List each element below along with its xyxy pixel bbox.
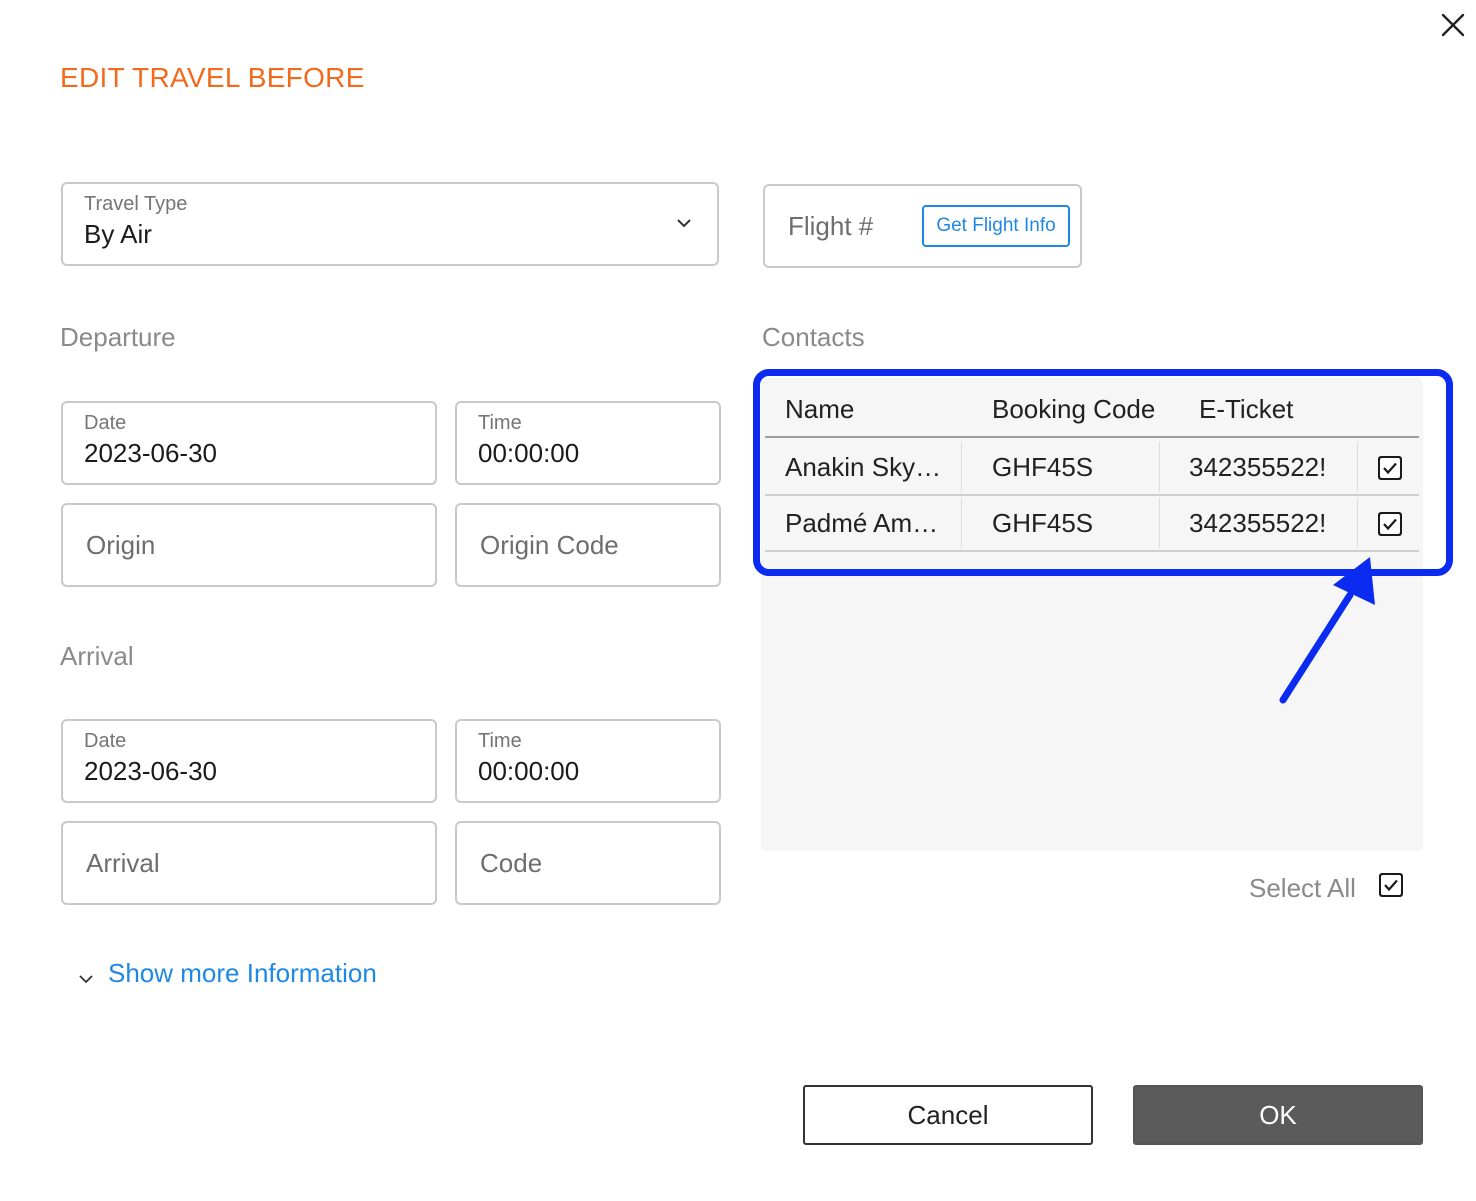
- travel-type-label: Travel Type: [84, 193, 188, 215]
- arrival-date-value: 2023-06-30: [84, 756, 217, 786]
- checkmark-icon: [1381, 875, 1401, 895]
- get-flight-info-button[interactable]: Get Flight Info: [922, 205, 1070, 247]
- chevron-down-icon[interactable]: [675, 216, 693, 230]
- arrival-time-field[interactable]: Time 00:00:00: [455, 719, 721, 803]
- origin-code-placeholder: Origin Code: [480, 529, 619, 560]
- arrival-placeholder: Arrival: [86, 847, 160, 878]
- arrival-date-label: Date: [84, 730, 127, 752]
- dialog-title: EDIT TRAVEL BEFORE: [60, 62, 365, 93]
- departure-section-label: Departure: [60, 322, 176, 352]
- row-checkbox[interactable]: [1378, 512, 1402, 536]
- select-all-label: Select All: [1249, 873, 1356, 903]
- checkmark-icon: [1380, 458, 1400, 478]
- column-header-booking-code[interactable]: Booking Code: [992, 394, 1155, 425]
- departure-time-field[interactable]: Time 00:00:00: [455, 401, 721, 485]
- arrival-field[interactable]: Arrival: [61, 821, 437, 905]
- departure-time-label: Time: [478, 412, 522, 434]
- contact-name-cell: Anakin Sky…: [785, 451, 942, 482]
- contacts-table: Name Booking Code E-Ticket Anakin Sky… G…: [761, 378, 1423, 851]
- column-header-eticket[interactable]: E-Ticket: [1199, 394, 1293, 425]
- flight-number-placeholder: Flight #: [788, 210, 874, 241]
- departure-date-label: Date: [84, 412, 127, 434]
- flight-number-field[interactable]: Flight # Get Flight Info: [763, 184, 1082, 268]
- close-icon[interactable]: [1438, 10, 1468, 40]
- ok-button[interactable]: OK: [1133, 1085, 1423, 1145]
- contacts-section-label: Contacts: [762, 322, 865, 352]
- chevron-down-icon: [79, 974, 93, 983]
- arrival-time-label: Time: [478, 730, 522, 752]
- column-header-name[interactable]: Name: [785, 394, 854, 425]
- contact-name-cell: Padmé Am…: [785, 507, 939, 538]
- departure-time-value: 00:00:00: [478, 438, 580, 468]
- travel-type-select[interactable]: Travel Type By Air: [61, 182, 719, 266]
- close-button[interactable]: [1438, 10, 1468, 40]
- table-row[interactable]: Padmé Am… GHF45S 342355522!: [765, 496, 1419, 552]
- departure-date-field[interactable]: Date 2023-06-30: [61, 401, 437, 485]
- booking-code-cell: GHF45S: [992, 507, 1094, 538]
- row-checkbox[interactable]: [1378, 456, 1402, 480]
- select-all-checkbox[interactable]: [1379, 873, 1403, 897]
- arrival-code-placeholder: Code: [480, 847, 543, 878]
- origin-placeholder: Origin: [86, 529, 156, 560]
- arrival-date-field[interactable]: Date 2023-06-30: [61, 719, 437, 803]
- arrival-section-label: Arrival: [60, 641, 134, 671]
- show-more-link[interactable]: Show more Information: [108, 958, 377, 989]
- departure-date-value: 2023-06-30: [84, 438, 217, 468]
- show-more-toggle[interactable]: Show more Information: [78, 958, 377, 989]
- origin-code-field[interactable]: Origin Code: [455, 503, 721, 587]
- travel-type-value: By Air: [84, 219, 152, 249]
- eticket-cell: 342355522!: [1189, 507, 1327, 538]
- cancel-button[interactable]: Cancel: [803, 1085, 1093, 1145]
- table-header: Name Booking Code E-Ticket: [765, 378, 1419, 438]
- booking-code-cell: GHF45S: [992, 451, 1094, 482]
- eticket-cell: 342355522!: [1189, 451, 1327, 482]
- checkmark-icon: [1380, 514, 1400, 534]
- table-row[interactable]: Anakin Sky… GHF45S 342355522!: [765, 440, 1419, 496]
- arrival-code-field[interactable]: Code: [455, 821, 721, 905]
- origin-field[interactable]: Origin: [61, 503, 437, 587]
- arrival-time-value: 00:00:00: [478, 756, 580, 786]
